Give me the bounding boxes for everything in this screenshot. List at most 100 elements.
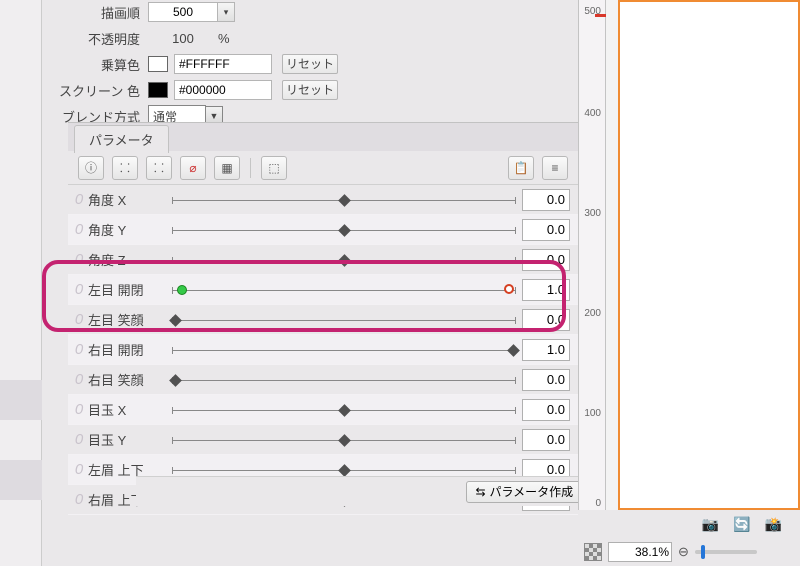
opacity-suffix: %	[218, 31, 238, 46]
slider-tick	[515, 197, 516, 204]
param-name: 角度 Z	[88, 250, 166, 269]
slider-track-line	[172, 350, 516, 351]
param-value-input[interactable]	[522, 339, 570, 361]
slider-tick	[172, 437, 173, 444]
param-slider[interactable]	[172, 371, 516, 389]
zoom-knob[interactable]	[701, 545, 705, 559]
slider-tick	[172, 287, 173, 294]
slider-handle[interactable]	[338, 434, 351, 447]
reset-button[interactable]: リセット	[282, 80, 338, 100]
clipboard-icon[interactable]: 📋	[508, 156, 534, 180]
param-value-input[interactable]	[522, 399, 570, 421]
param-slider[interactable]	[172, 341, 516, 359]
zoom-value[interactable]: 38.1%	[608, 542, 672, 562]
ruler-tick: 300	[584, 208, 601, 219]
opacity-value: 100	[148, 31, 218, 46]
slider-handle-active[interactable]	[177, 285, 187, 295]
param-row[interactable]: 0 左目 開閉	[68, 275, 578, 305]
slider-tick	[172, 467, 173, 474]
slider-handle-key[interactable]	[504, 284, 514, 294]
param-slider[interactable]	[172, 401, 516, 419]
param-slider[interactable]	[172, 311, 516, 329]
menu-icon[interactable]: ≡	[542, 156, 568, 180]
param-row[interactable]: 0 右目 開閉	[68, 335, 578, 365]
loop-icon: 0	[70, 341, 88, 358]
param-value-input[interactable]	[522, 219, 570, 241]
key-add-2-icon[interactable]: ⸬	[112, 156, 138, 180]
camera-icon[interactable]: 📷	[702, 516, 719, 533]
param-value-input[interactable]	[522, 429, 570, 451]
param-slider[interactable]	[172, 431, 516, 449]
slider-tick	[515, 467, 516, 474]
slider-handle[interactable]	[338, 224, 351, 237]
param-value-input[interactable]	[522, 189, 570, 211]
param-name: 右目 笑顔	[88, 370, 166, 389]
slider-tick	[172, 227, 173, 234]
grid-icon[interactable]: ▦	[214, 156, 240, 180]
loop-icon: 0	[70, 281, 88, 298]
left-sidebar	[0, 0, 42, 566]
canvas-viewport[interactable]	[618, 0, 800, 510]
screen-swatch[interactable]	[148, 82, 168, 98]
param-row[interactable]: 0 角度 Y	[68, 215, 578, 245]
slider-handle[interactable]	[338, 404, 351, 417]
param-slider[interactable]	[172, 221, 516, 239]
multiply-hex-input[interactable]	[174, 54, 272, 74]
loop-icon: 0	[70, 251, 88, 268]
expand-icon[interactable]: ⓘ	[78, 156, 104, 180]
multiply-swatch[interactable]	[148, 56, 168, 72]
slider-handle[interactable]	[338, 194, 351, 207]
param-slider[interactable]	[172, 191, 516, 209]
param-row[interactable]: 0 目玉 X	[68, 395, 578, 425]
param-row[interactable]: 0 左目 笑顔	[68, 305, 578, 335]
ruler-tick: 0	[595, 498, 601, 509]
draw-order-label: 描画順	[52, 3, 148, 22]
canvas-area	[606, 0, 800, 510]
create-param-label: パラメータ作成	[490, 483, 574, 500]
zoom-out-icon[interactable]: ⊖	[678, 544, 689, 560]
key-add-3-icon[interactable]: ⸬	[146, 156, 172, 180]
camera-snap-icon[interactable]: 📸	[765, 516, 782, 533]
param-value-input[interactable]	[522, 249, 570, 271]
screen-hex-input[interactable]	[174, 80, 272, 100]
link-icon[interactable]: ⬚	[261, 156, 287, 180]
separator	[250, 158, 251, 178]
param-row[interactable]: 0 目玉 Y	[68, 425, 578, 455]
create-param-button[interactable]: ⇆ パラメータ作成	[466, 481, 582, 503]
slider-track-line	[172, 290, 516, 291]
param-slider[interactable]	[172, 251, 516, 269]
loop-icon: 0	[70, 431, 88, 448]
param-name: 角度 X	[88, 190, 166, 209]
vertical-ruler: 500 400 300 200 100 0	[578, 0, 606, 510]
zoom-slider[interactable]	[695, 550, 757, 554]
loop-icon: 0	[70, 221, 88, 238]
loop-icon: 0	[70, 491, 88, 508]
param-value-input[interactable]	[522, 369, 570, 391]
slider-handle[interactable]	[338, 464, 351, 477]
reset-button[interactable]: リセット	[282, 54, 338, 74]
ruler-tick: 500	[584, 6, 601, 17]
param-row[interactable]: 0 右目 笑顔	[68, 365, 578, 395]
draw-order-input[interactable]	[148, 2, 218, 22]
param-name: 目玉 Y	[88, 430, 166, 449]
tab-parameter[interactable]: パラメータ	[74, 125, 169, 153]
param-name: 右目 開閉	[88, 340, 166, 359]
param-slider[interactable]	[172, 281, 516, 299]
slider-handle[interactable]	[338, 254, 351, 267]
slider-handle[interactable]	[507, 344, 520, 357]
loop-icon: 0	[70, 461, 88, 478]
param-value-input[interactable]	[522, 309, 570, 331]
key-delete-icon[interactable]: ⌀	[180, 156, 206, 180]
loop-icon: 0	[70, 191, 88, 208]
param-row[interactable]: 0 角度 X	[68, 185, 578, 215]
param-name: 左目 笑顔	[88, 310, 166, 329]
spin-icon[interactable]: ▾	[217, 2, 235, 22]
slider-tick	[515, 287, 516, 294]
param-value-input[interactable]	[522, 279, 570, 301]
camera-refresh-icon[interactable]: 🔄	[733, 516, 750, 533]
transparency-toggle-icon[interactable]	[584, 543, 602, 561]
param-name: 目玉 X	[88, 400, 166, 419]
ruler-tick: 200	[584, 308, 601, 319]
sidebar-block	[0, 380, 42, 420]
param-row[interactable]: 0 角度 Z	[68, 245, 578, 275]
